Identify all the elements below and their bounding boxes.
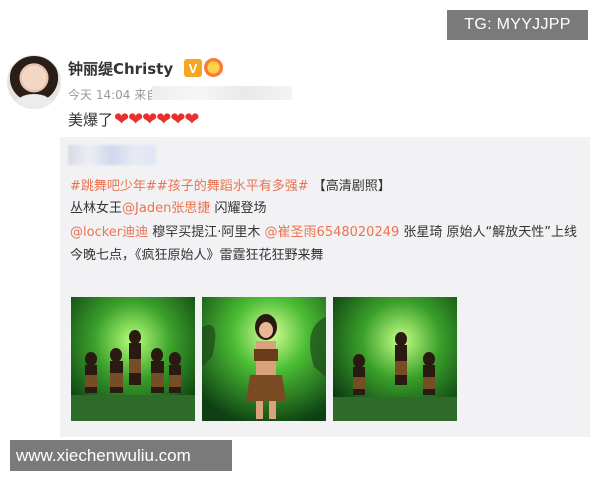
avatar-face <box>25 68 43 90</box>
line2-suffix: 闪耀登场 <box>214 201 267 216</box>
hashtag-link-2[interactable]: #孩子的舞蹈水平有多强# <box>157 179 309 194</box>
hashtag-link-1[interactable]: #跳舞吧少年# <box>70 179 157 194</box>
post-text: 美爆了 ❤❤❤❤❤❤ <box>68 109 200 130</box>
mention-cui[interactable]: @崔圣雨6548020249 <box>265 225 400 240</box>
heart-icons: ❤❤❤❤❤❤ <box>114 109 199 130</box>
repost-card[interactable]: #跳舞吧少年##孩子的舞蹈水平有多强# 【高清剧照】 丛林女王@Jaden张思捷… <box>60 137 590 437</box>
source-blurred <box>152 86 292 100</box>
repost-line-2: 丛林女王@Jaden张思捷 闪耀登场 <box>70 197 266 216</box>
repost-hashtag-line: #跳舞吧少年##孩子的舞蹈水平有多强# 【高清剧照】 <box>70 175 391 194</box>
photo-group-dance-1[interactable] <box>71 297 195 421</box>
photo-solo-dancer[interactable] <box>202 297 326 421</box>
watermark-tg-label: TG: MYYJJPP <box>447 10 588 40</box>
mention-locker[interactable]: @locker迪迪 <box>70 225 148 240</box>
mention-jaden[interactable]: @Jaden张思捷 <box>122 201 210 216</box>
hashtag-suffix: 【高清剧照】 <box>312 179 391 194</box>
medal-icon[interactable] <box>204 58 223 77</box>
verified-v-icon[interactable]: V <box>184 59 202 77</box>
post-timestamp[interactable]: 今天 14:04 来自 <box>68 86 158 103</box>
line3-text-2: 张星琦 原始人“解放天性”上线 <box>403 225 578 240</box>
repost-author-blurred <box>68 145 156 165</box>
avatar-body <box>16 94 52 108</box>
repost-line-4: 今晚七点，《疯狂原始人》雷霆狂花狂野来舞 <box>70 248 324 263</box>
avatar[interactable] <box>7 55 61 109</box>
post-text-content: 美爆了 <box>68 111 114 129</box>
username-link[interactable]: 钟丽缇Christy <box>68 58 173 79</box>
watermark-site-label: www.xiechenwuliu.com <box>10 440 232 471</box>
photo-group-dance-2[interactable] <box>333 297 457 421</box>
line2-prefix: 丛林女王 <box>70 201 123 216</box>
line3-text-1: 穆罕买提江·阿里木 <box>152 225 261 240</box>
repost-line-3: @locker迪迪 穆罕买提江·阿里木 @崔圣雨6548020249 张星琦 原… <box>70 221 577 240</box>
